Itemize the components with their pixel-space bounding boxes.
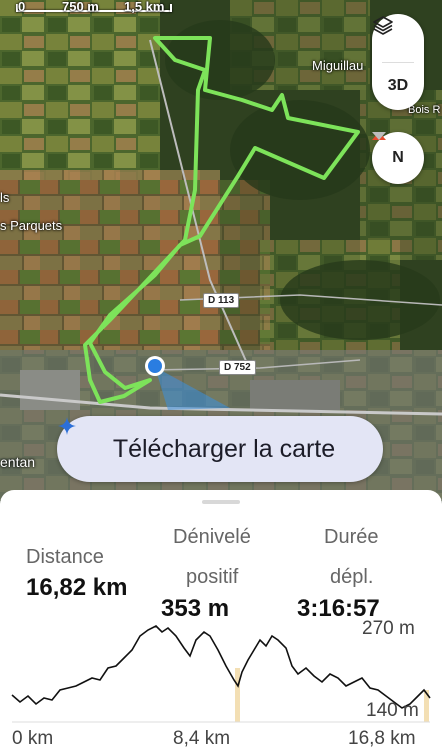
map-scale-bar: 0 750 m 1,5 km xyxy=(12,0,172,14)
profile-highlight xyxy=(235,668,240,722)
scale-label-zero: 0 xyxy=(18,0,26,14)
place-label: Miguillau xyxy=(312,58,364,73)
compass-south-arrow-icon xyxy=(372,132,386,140)
profile-x-label-start: 0 km xyxy=(12,728,54,749)
route-stats-sheet: Distance 16,82 km Dénivelé positif 353 m… xyxy=(0,490,442,752)
download-map-label: Télécharger la carte xyxy=(112,434,336,463)
road-badge-d752: D 752 xyxy=(219,360,256,375)
scale-label-mid: 750 m xyxy=(62,0,99,14)
profile-x-label-end: 16,8 km xyxy=(348,728,416,749)
profile-y-max: 270 m xyxy=(362,618,415,639)
map-controls: 3D xyxy=(372,14,424,110)
profile-x-label-mid: 8,4 km xyxy=(173,728,231,749)
scale-label-end: 1,5 km xyxy=(124,0,165,14)
compass-button[interactable]: N xyxy=(372,132,424,184)
compass-label: N xyxy=(392,149,404,166)
place-label: ls xyxy=(0,190,10,205)
road-badge-d113: D 113 xyxy=(203,293,240,308)
3d-toggle-button[interactable]: 3D xyxy=(372,62,424,110)
download-map-button[interactable]: Télécharger la carte xyxy=(57,416,383,482)
layers-button[interactable] xyxy=(372,14,424,62)
map-view[interactable]: 0 750 m 1,5 km Miguillau s Parquets Bois… xyxy=(0,0,442,500)
profile-y-min: 140 m xyxy=(366,700,419,721)
place-label: s Parquets xyxy=(0,218,63,233)
place-label: entan xyxy=(0,454,36,470)
